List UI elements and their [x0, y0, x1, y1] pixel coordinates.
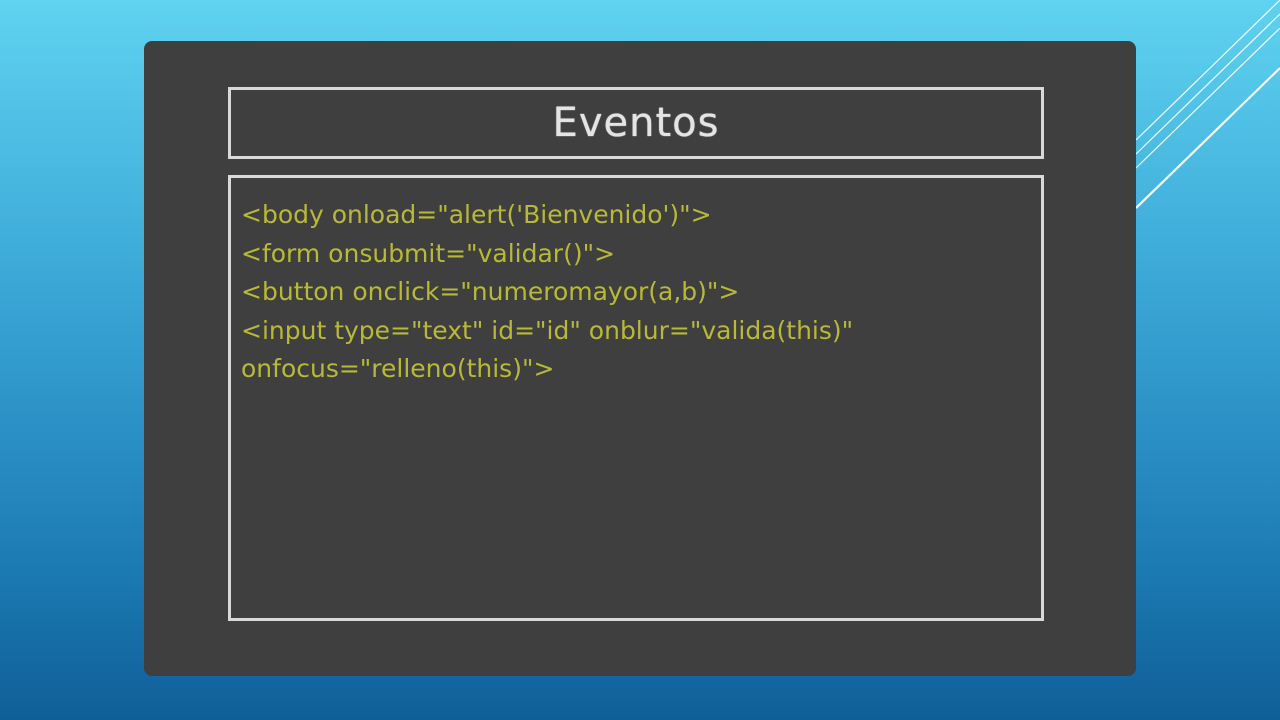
code-list: <body onload="alert('Bienvenido')"> <for…	[241, 196, 1031, 389]
code-line: <body onload="alert('Bienvenido')">	[241, 200, 712, 229]
slide-title: Eventos	[552, 100, 720, 146]
code-line: <form onsubmit="validar()">	[241, 238, 616, 268]
code-line: <button onclick="numeromayor(a,b)">	[241, 277, 740, 306]
chalkboard: Eventos <body onload="alert('Bienvenido'…	[144, 41, 1136, 676]
code-line: <input type="text" id="id" onblur="valid…	[241, 315, 854, 345]
code-line: onfocus="relleno(this)">	[241, 354, 555, 383]
title-box: Eventos	[228, 87, 1044, 159]
code-box: <body onload="alert('Bienvenido')"> <for…	[228, 175, 1044, 621]
